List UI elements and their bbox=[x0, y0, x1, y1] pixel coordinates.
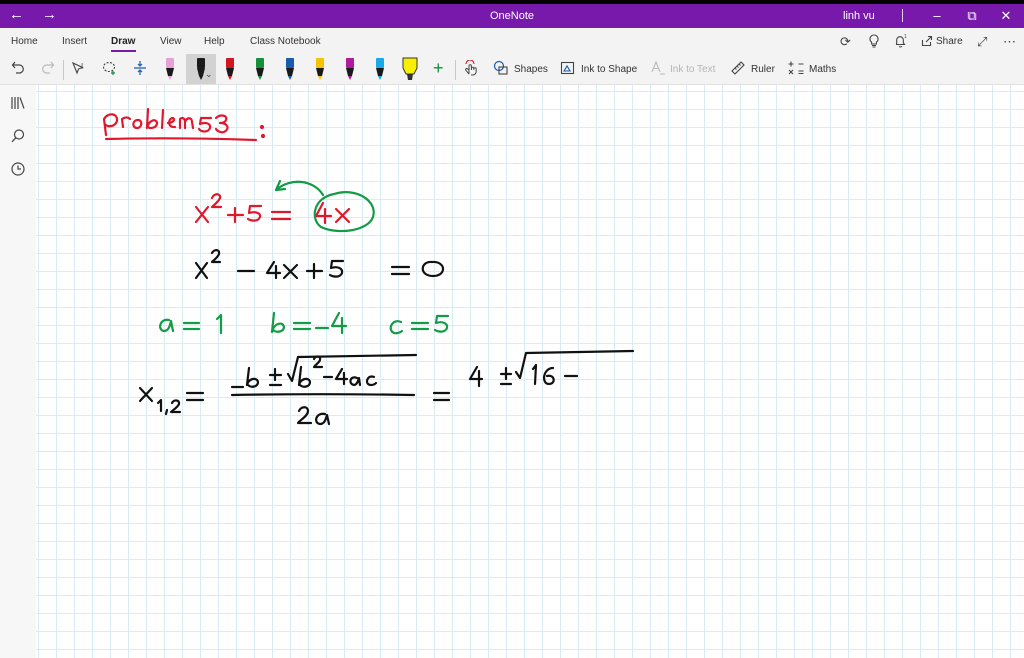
ink-to-shape-icon[interactable] bbox=[560, 60, 576, 79]
minimize-button[interactable]: – bbox=[927, 7, 947, 25]
notebooks-icon[interactable] bbox=[10, 95, 26, 114]
bell-icon[interactable]: 1 bbox=[894, 34, 908, 51]
highlighter-icon[interactable] bbox=[399, 56, 421, 82]
recent-notes-icon[interactable] bbox=[10, 161, 26, 180]
tab-help[interactable]: Help bbox=[204, 36, 225, 47]
title-bar: ← → OneNote linh vu – ⧉ ✕ bbox=[0, 4, 1024, 28]
search-icon[interactable] bbox=[10, 128, 26, 147]
maths-button[interactable]: Maths bbox=[809, 64, 836, 75]
tab-view[interactable]: View bbox=[160, 36, 182, 47]
pink-pen-icon[interactable] bbox=[163, 56, 177, 82]
expand-icon[interactable]: ⤢ bbox=[977, 34, 987, 50]
navigation-sidebar bbox=[0, 85, 36, 658]
svg-text:I: I bbox=[81, 62, 83, 71]
lightbulb-icon[interactable] bbox=[868, 34, 880, 51]
onenote-window: ← → OneNote linh vu – ⧉ ✕ Home Insert Dr… bbox=[0, 4, 1024, 658]
chevron-down-icon[interactable]: ⌄ bbox=[205, 69, 213, 80]
magenta-pen-icon[interactable] bbox=[343, 56, 357, 82]
sync-icon[interactable]: ⟳ bbox=[840, 34, 851, 50]
type-select-icon[interactable]: I bbox=[71, 60, 89, 79]
draw-toolbar: I ⌄ + Shapes Ink to Shape Ink to Text Ru… bbox=[0, 54, 1024, 85]
tab-insert[interactable]: Insert bbox=[62, 36, 87, 47]
tab-home[interactable]: Home bbox=[11, 36, 38, 47]
shapes-button[interactable]: Shapes bbox=[514, 64, 548, 75]
blue-pen-icon[interactable] bbox=[283, 56, 297, 82]
ink-to-shape-button[interactable]: Ink to Shape bbox=[581, 64, 637, 75]
ruler-icon[interactable] bbox=[730, 60, 746, 79]
ink-problem-53-heading bbox=[102, 107, 266, 142]
ink-to-text-icon[interactable] bbox=[650, 60, 666, 79]
restore-button[interactable]: ⧉ bbox=[962, 7, 982, 25]
red-pen-icon[interactable] bbox=[223, 56, 237, 82]
svg-text:1: 1 bbox=[904, 34, 907, 40]
toolbar-divider bbox=[455, 60, 456, 80]
close-button[interactable]: ✕ bbox=[996, 7, 1016, 25]
add-space-icon[interactable] bbox=[132, 60, 148, 79]
cyan-pen-icon[interactable] bbox=[373, 56, 387, 82]
ruler-button[interactable]: Ruler bbox=[751, 64, 775, 75]
yellow-pen-icon[interactable] bbox=[313, 56, 327, 82]
user-name[interactable]: linh vu bbox=[843, 10, 875, 22]
lasso-select-icon[interactable] bbox=[102, 60, 118, 79]
share-icon[interactable] bbox=[921, 35, 933, 50]
tab-draw[interactable]: Draw bbox=[111, 36, 135, 47]
ribbon-tabs: Home Insert Draw View Help Class Noteboo… bbox=[0, 28, 1024, 54]
ink-equation-rearranged bbox=[194, 249, 445, 280]
redo-icon[interactable] bbox=[41, 60, 55, 77]
touch-draw-icon[interactable] bbox=[463, 59, 479, 79]
more-options-icon[interactable]: ⋯ bbox=[1003, 34, 1016, 50]
share-button[interactable]: Share bbox=[936, 36, 963, 47]
maths-icon[interactable] bbox=[788, 60, 804, 79]
ink-to-text-button[interactable]: Ink to Text bbox=[670, 64, 715, 75]
note-canvas[interactable] bbox=[36, 85, 1024, 658]
active-tab-indicator bbox=[111, 50, 136, 52]
handwritten-ink bbox=[102, 107, 635, 426]
titlebar-separator bbox=[902, 9, 903, 22]
toolbar-divider bbox=[63, 60, 64, 80]
ink-coefficients bbox=[159, 311, 450, 335]
shapes-icon[interactable] bbox=[493, 60, 509, 79]
add-pen-icon[interactable]: + bbox=[433, 58, 444, 79]
ink-equation-original bbox=[194, 193, 351, 225]
green-pen-icon[interactable] bbox=[253, 56, 267, 82]
undo-icon[interactable] bbox=[11, 60, 25, 77]
tab-class-notebook[interactable]: Class Notebook bbox=[250, 36, 321, 47]
ink-quadratic-formula bbox=[138, 349, 635, 426]
